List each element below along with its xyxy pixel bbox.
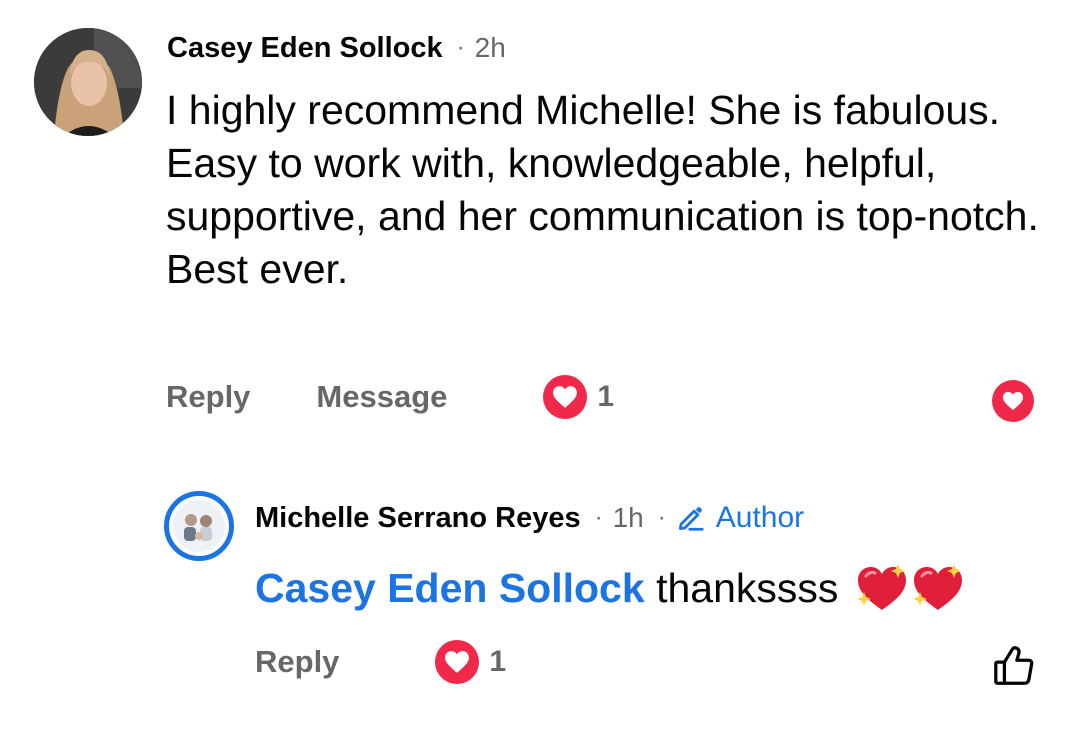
separator-dot: · bbox=[594, 504, 603, 531]
emoji-group bbox=[854, 562, 966, 614]
avatar[interactable] bbox=[34, 28, 142, 136]
reply-button[interactable]: Reply bbox=[255, 644, 339, 680]
comment-author-name[interactable]: Casey Eden Sollock bbox=[167, 32, 443, 65]
thumbs-up-icon[interactable] bbox=[991, 643, 1037, 689]
message-button[interactable]: Message bbox=[316, 379, 447, 415]
pencil-icon bbox=[678, 507, 704, 531]
comment-header: Casey Eden Sollock · 2h bbox=[167, 30, 506, 66]
reply-actions: Reply 1 bbox=[255, 640, 506, 684]
reply-text: Casey Eden Sollock thankssss bbox=[255, 562, 966, 614]
reply-avatar[interactable] bbox=[164, 491, 234, 561]
reply-timestamp[interactable]: 1h bbox=[613, 502, 644, 534]
comment-text: I highly recommend Michelle! She is fabu… bbox=[166, 87, 1062, 292]
comment-timestamp[interactable]: 2h bbox=[475, 32, 506, 64]
reply-header: Michelle Serrano Reyes · 1h · Author bbox=[255, 500, 804, 536]
reply-message: thankssss bbox=[656, 565, 839, 611]
heart-icon bbox=[435, 640, 480, 684]
sparkling-heart-icon bbox=[857, 564, 907, 610]
author-badge-label: Author bbox=[715, 501, 805, 534]
separator-dot: · bbox=[657, 504, 666, 531]
heart-icon bbox=[543, 375, 588, 419]
reply-author-name[interactable]: Michelle Serrano Reyes bbox=[255, 502, 581, 535]
reaction-summary[interactable]: 1 bbox=[543, 375, 614, 419]
sparkling-heart-icon bbox=[913, 564, 963, 610]
comment-actions: Reply Message 1 bbox=[166, 375, 614, 419]
separator-dot: · bbox=[456, 34, 465, 61]
reaction-summary[interactable]: 1 bbox=[435, 640, 506, 684]
mention-link[interactable]: Casey Eden Sollock bbox=[255, 562, 645, 614]
author-badge: Author bbox=[676, 501, 804, 535]
reaction-count: 1 bbox=[489, 645, 507, 678]
reaction-count: 1 bbox=[597, 380, 615, 413]
reply-button[interactable]: Reply bbox=[166, 379, 250, 415]
react-heart-icon[interactable] bbox=[992, 380, 1034, 422]
